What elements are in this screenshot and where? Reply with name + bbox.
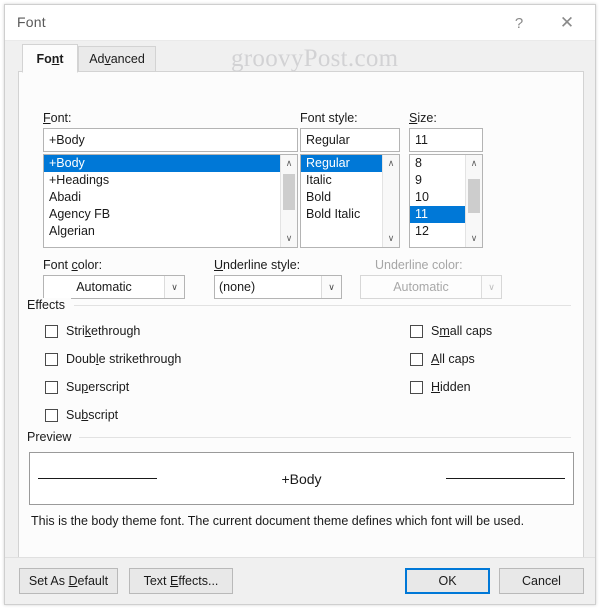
list-item[interactable]: Bold Italic <box>301 206 382 223</box>
list-item[interactable]: +Body <box>44 155 280 172</box>
list-item[interactable]: Agency FB <box>44 206 280 223</box>
list-item[interactable]: +Headings <box>44 172 280 189</box>
checkbox-superscript[interactable]: Superscript <box>45 380 129 394</box>
preview-group-rule <box>79 437 571 438</box>
font-style-value: Regular <box>306 133 350 147</box>
checkbox-all-caps[interactable]: All caps <box>410 352 475 366</box>
list-item[interactable]: Abadi <box>44 189 280 206</box>
cancel-label: Cancel <box>522 574 561 588</box>
chevron-down-icon[interactable]: ∨ <box>164 276 184 298</box>
font-name-value: +Body <box>49 133 85 147</box>
dialog-footer: Set As Default Text Effects... OK Cancel <box>5 557 595 604</box>
preview-description: This is the body theme font. The current… <box>31 514 525 528</box>
checkbox-label: Double strikethrough <box>66 352 182 366</box>
chevron-down-icon: ∨ <box>481 276 501 298</box>
list-item[interactable]: Regular <box>301 155 382 172</box>
preview-rule-right <box>446 478 565 479</box>
font-dialog: Font ? ✕ groovyPost.com Font Advanced Fo… <box>4 4 596 605</box>
checkbox-label: Hidden <box>431 380 471 394</box>
underline-color-value: Automatic <box>393 280 449 294</box>
list-item[interactable]: Algerian <box>44 223 280 240</box>
checkbox-label: Subscript <box>66 408 119 422</box>
checkbox-box-icon[interactable] <box>410 352 423 366</box>
checkbox-box-icon[interactable] <box>45 380 58 394</box>
list-item[interactable]: 10 <box>410 189 465 206</box>
checkbox-box-icon[interactable] <box>45 324 58 338</box>
list-item[interactable]: Italic <box>301 172 382 189</box>
checkbox-double-strikethrough[interactable]: Double strikethrough <box>45 352 181 366</box>
font-name-input[interactable]: +Body <box>43 128 298 152</box>
preview-rule-left <box>38 478 157 479</box>
checkbox-label: Strikethrough <box>66 324 141 338</box>
font-color-combo[interactable]: Automatic ∨ <box>43 275 185 299</box>
dialog-title: Font <box>17 14 46 30</box>
font-color-value: Automatic <box>76 280 132 294</box>
checkbox-small-caps[interactable]: Small caps <box>410 324 492 338</box>
checkbox-box-icon[interactable] <box>45 352 58 366</box>
scroll-thumb[interactable] <box>283 174 295 210</box>
font-color-label: Font color: <box>43 258 103 272</box>
font-name-listbox[interactable]: +Body +Headings Abadi Agency FB Algerian… <box>43 154 298 248</box>
preview-sample-text: +Body <box>281 470 322 487</box>
ok-button[interactable]: OK <box>405 568 490 594</box>
scroll-down-arrow-icon[interactable]: ∨ <box>383 230 399 247</box>
underline-style-label: Underline style: <box>214 258 301 272</box>
list-item[interactable]: Bold <box>301 189 382 206</box>
checkbox-label: Small caps <box>431 324 493 338</box>
text-effects-label: Text Effects... <box>143 574 219 588</box>
ok-label: OK <box>438 574 457 588</box>
chevron-down-icon[interactable]: ∨ <box>321 276 341 298</box>
checkbox-box-icon[interactable] <box>410 324 423 338</box>
checkbox-label: All caps <box>431 352 475 366</box>
tab-advanced[interactable]: Advanced <box>78 46 156 72</box>
scroll-down-arrow-icon[interactable]: ∨ <box>466 230 482 247</box>
close-icon[interactable]: ✕ <box>547 5 587 41</box>
effects-group-rule <box>74 305 571 306</box>
font-style-listbox[interactable]: Regular Italic Bold Bold Italic ∧ ∨ <box>300 154 400 248</box>
font-style-label: Font style: <box>300 111 358 125</box>
checkbox-box-icon[interactable] <box>45 408 58 422</box>
font-list-scrollbar[interactable]: ∧ ∨ <box>280 155 297 247</box>
checkbox-box-icon[interactable] <box>410 380 423 394</box>
underline-style-combo[interactable]: (none) ∨ <box>214 275 342 299</box>
scroll-thumb[interactable] <box>468 179 480 213</box>
underline-color-label: Underline color: <box>375 258 463 272</box>
tab-font[interactable]: Font <box>22 44 78 73</box>
help-icon[interactable]: ? <box>499 5 539 41</box>
underline-style-value: (none) <box>219 280 256 294</box>
checkbox-strikethrough[interactable]: Strikethrough <box>45 324 140 338</box>
style-list-scrollbar[interactable]: ∧ ∨ <box>382 155 399 247</box>
font-style-input[interactable]: Regular <box>300 128 400 152</box>
scroll-up-arrow-icon[interactable]: ∧ <box>383 155 399 172</box>
scroll-up-arrow-icon[interactable]: ∧ <box>466 155 482 172</box>
set-as-default-button[interactable]: Set As Default <box>19 568 118 594</box>
scroll-up-arrow-icon[interactable]: ∧ <box>281 155 297 172</box>
underline-color-combo: Automatic ∨ <box>360 275 502 299</box>
checkbox-label: Superscript <box>66 380 130 394</box>
text-effects-button[interactable]: Text Effects... <box>129 568 233 594</box>
font-size-input[interactable]: 11 <box>409 128 483 152</box>
list-item[interactable]: 9 <box>410 172 465 189</box>
tab-strip: Font Advanced <box>5 41 595 73</box>
effects-group-label: Effects <box>27 298 71 312</box>
size-label: Size: <box>409 111 437 125</box>
font-preview-box: +Body <box>29 452 574 505</box>
tab-font-label: Font <box>36 51 64 66</box>
list-item[interactable]: 12 <box>410 223 465 240</box>
cancel-button[interactable]: Cancel <box>499 568 584 594</box>
set-as-default-label: Set As Default <box>28 574 109 588</box>
font-label: Font: <box>43 111 72 125</box>
font-size-listbox[interactable]: 8 9 10 11 12 ∧ ∨ <box>409 154 483 248</box>
font-tab-panel: Font: Font style: Size: +Body Regular 11… <box>18 71 584 559</box>
scroll-down-arrow-icon[interactable]: ∨ <box>281 230 297 247</box>
checkbox-hidden[interactable]: Hidden <box>410 380 471 394</box>
list-item[interactable]: 11 <box>410 206 465 223</box>
dialog-titlebar: Font ? ✕ <box>5 5 595 41</box>
checkbox-subscript[interactable]: Subscript <box>45 408 118 422</box>
preview-group-label: Preview <box>27 430 78 444</box>
font-size-value: 11 <box>415 133 428 147</box>
size-list-scrollbar[interactable]: ∧ ∨ <box>465 155 482 247</box>
list-item[interactable]: 8 <box>410 155 465 172</box>
tab-advanced-label: Advanced <box>89 52 145 66</box>
